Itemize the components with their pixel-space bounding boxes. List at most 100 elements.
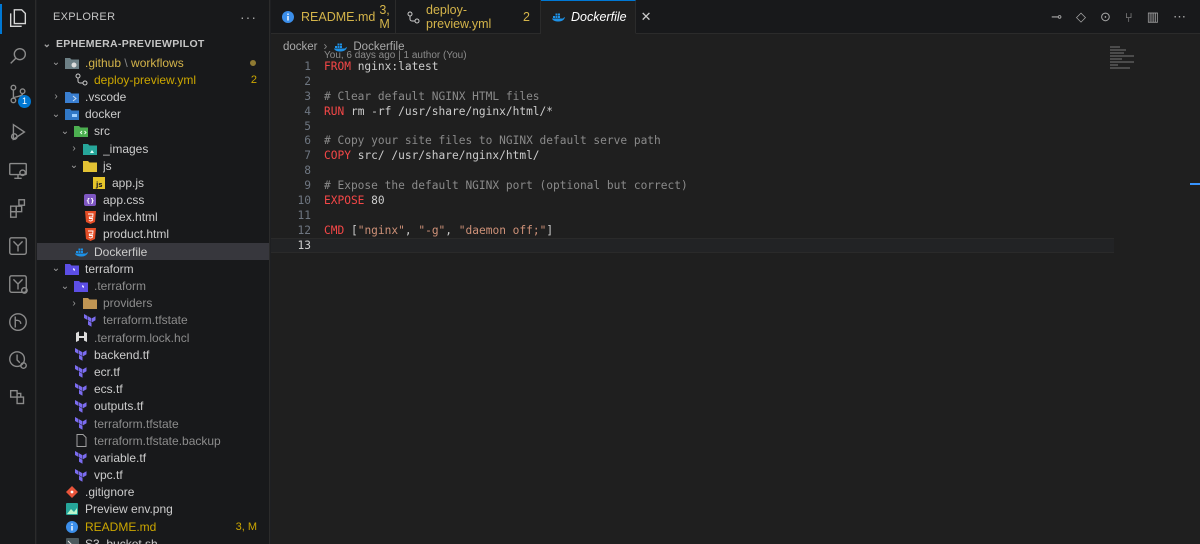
tree-item[interactable]: ⌄ js: [37, 157, 269, 174]
file-icon: [74, 434, 88, 448]
tree-item[interactable]: › _images: [37, 140, 269, 157]
tree-item-label: product.html: [103, 227, 170, 242]
code-token: EXPOSE: [324, 193, 365, 207]
tree-item[interactable]: S3_bucket.sh: [37, 535, 269, 544]
minimap-line: [1110, 61, 1134, 63]
code-line[interactable]: 2: [271, 74, 1200, 89]
compare-icon[interactable]: ◇: [1076, 9, 1086, 25]
chevron-right-icon: ›: [54, 91, 58, 103]
code-line[interactable]: 8: [271, 163, 1200, 178]
code-line[interactable]: 6 # Copy your site files to NGINX default…: [271, 133, 1200, 148]
timeline-prev-icon[interactable]: ⊸: [1051, 9, 1062, 25]
tree-item[interactable]: Dockerfile: [37, 243, 269, 261]
editor-tab[interactable]: deploy-preview.yml 2: [396, 0, 541, 34]
folder-github-icon: [65, 56, 79, 70]
breadcrumb-folder[interactable]: docker: [283, 41, 318, 53]
tree-item-label: terraform.tfstate.backup: [94, 433, 221, 448]
code-token: 80: [364, 193, 385, 207]
workspace-root[interactable]: ⌄ EPHEMERA-PREVIEWPILOT: [37, 34, 269, 54]
tree-item[interactable]: outputs.tf: [37, 398, 269, 415]
code-line[interactable]: 1 FROM nginx:latest: [271, 59, 1200, 74]
open-changes-icon[interactable]: ⊙: [1100, 9, 1111, 25]
tree-item[interactable]: Preview env.png: [37, 501, 269, 518]
editor-tab[interactable]: README.md 3, M: [271, 0, 396, 34]
code-text: # Expose the default NGINX port (optiona…: [324, 179, 688, 192]
tree-item[interactable]: ⌄ src: [37, 123, 269, 140]
code-line[interactable]: 12 CMD ["nginx", "-g", "daemon off;"]: [271, 223, 1200, 238]
git-history-view-button[interactable]: [0, 342, 36, 380]
run-debug-view-button[interactable]: [0, 114, 36, 152]
code-line[interactable]: 11: [271, 208, 1200, 223]
tree-item[interactable]: variable.tf: [37, 449, 269, 466]
tree-item[interactable]: backend.tf: [37, 346, 269, 363]
remote-explorer-view-button[interactable]: [0, 152, 36, 190]
code-line[interactable]: 9 # Expose the default NGINX port (option…: [271, 178, 1200, 193]
editor-tab[interactable]: Dockerfile ✕: [541, 0, 651, 34]
minimap-line: [1110, 64, 1118, 66]
code-line[interactable]: 10 EXPOSE 80: [271, 193, 1200, 208]
terraform-icon: [7, 235, 29, 260]
code-line[interactable]: 3 # Clear default NGINX HTML files: [271, 89, 1200, 104]
tree-item[interactable]: › .vscode: [37, 88, 269, 105]
minimap[interactable]: [1110, 46, 1134, 70]
containers-icon: [7, 387, 29, 412]
folder-vscode-icon: [65, 90, 79, 104]
tree-item[interactable]: › providers: [37, 295, 269, 312]
tree-item[interactable]: {} app.css: [37, 192, 269, 209]
source-control-view-button[interactable]: 1: [0, 76, 36, 114]
tree-item-label: .gitignore: [85, 485, 135, 500]
file-tree: ⌄ .github \ workflows deploy-preview.yml 2 ›…: [37, 54, 269, 544]
code-token: CMD: [324, 223, 345, 237]
tree-item[interactable]: ⌄ .github \ workflows: [37, 54, 269, 71]
more-actions-icon[interactable]: ⋯: [1173, 9, 1186, 25]
terraform-cloud-view-button[interactable]: [0, 266, 36, 304]
extensions-view-button[interactable]: [0, 190, 36, 228]
tree-item[interactable]: .terraform.lock.hcl: [37, 329, 269, 346]
terraform-icon: [74, 399, 88, 413]
editor-tabs: README.md 3, M deploy-preview.yml 2 Dockerfi…: [271, 0, 1200, 34]
image-icon: [65, 502, 79, 516]
tree-item[interactable]: ⌄ terraform: [37, 260, 269, 277]
terraform-icon: [74, 382, 88, 396]
minimap-line: [1110, 67, 1130, 69]
explorer-view-button[interactable]: [0, 0, 36, 38]
activity-bar: 1: [0, 0, 36, 544]
tree-item[interactable]: terraform.tfstate: [37, 415, 269, 432]
terraform-view-button[interactable]: [0, 228, 36, 266]
tree-item-label: terraform: [85, 261, 134, 276]
tree-item[interactable]: .gitignore: [37, 484, 269, 501]
more-actions-button[interactable]: ···: [240, 9, 257, 25]
code-line[interactable]: 13: [271, 237, 1114, 253]
close-tab-icon[interactable]: ✕: [641, 9, 652, 25]
tree-item[interactable]: README.md 3, M: [37, 518, 269, 535]
tree-item-label: _images: [103, 141, 149, 156]
search-view-button[interactable]: [0, 38, 36, 76]
code-editor[interactable]: 1 FROM nginx:latest 2 3 # Clear default NGIN…: [271, 59, 1200, 253]
terraform-icon: [74, 451, 88, 465]
line-number: 5: [304, 119, 311, 133]
tree-item[interactable]: ⌄ .terraform: [37, 277, 269, 294]
tree-item[interactable]: ecs.tf: [37, 381, 269, 398]
folder-js-icon: [83, 159, 97, 173]
tree-item[interactable]: product.html: [37, 226, 269, 243]
remote-explorer-icon: [7, 159, 29, 184]
split-editor-icon[interactable]: ▥: [1147, 9, 1159, 25]
tree-item[interactable]: vpc.tf: [37, 467, 269, 484]
tree-item[interactable]: terraform.tfstate.backup: [37, 432, 269, 449]
tree-item[interactable]: index.html: [37, 209, 269, 226]
tree-item[interactable]: terraform.tfstate: [37, 312, 269, 329]
git-graph-view-button[interactable]: [0, 304, 36, 342]
git-branch-icon[interactable]: ⑂: [1125, 10, 1133, 25]
code-line[interactable]: 7 COPY src/ /usr/share/nginx/html/: [271, 148, 1200, 163]
containers-view-button[interactable]: [0, 380, 36, 418]
tree-item[interactable]: deploy-preview.yml 2: [37, 71, 269, 88]
tree-item[interactable]: ecr.tf: [37, 363, 269, 380]
tree-item[interactable]: ⌄ docker: [37, 106, 269, 123]
explorer-header: EXPLORER ···: [37, 0, 269, 34]
tree-item-label: ecs.tf: [94, 382, 123, 397]
code-line[interactable]: 5: [271, 119, 1200, 134]
tree-item[interactable]: js app.js: [37, 174, 269, 191]
tab-label: deploy-preview.yml: [426, 3, 492, 31]
docker-icon: [551, 10, 565, 24]
code-line[interactable]: 4 RUN rm -rf /usr/share/nginx/html/*: [271, 104, 1200, 119]
